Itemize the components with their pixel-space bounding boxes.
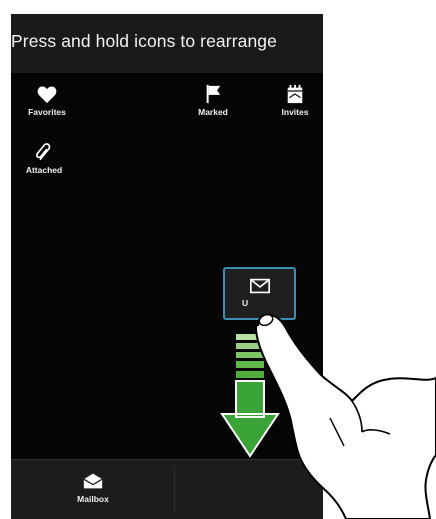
dragged-tab-label: U [242, 298, 249, 308]
envelope-open-icon [83, 473, 103, 489]
tab-tile-label: Favorites [28, 107, 66, 117]
tab-tile-marked[interactable]: Marked [185, 84, 241, 130]
bottom-tab-bar: Mailbox [11, 459, 323, 519]
envelope-icon [249, 278, 270, 294]
tab-tile-label: Invites [281, 107, 309, 117]
tab-tile-label: Marked [198, 107, 228, 117]
tab-tile-attached[interactable]: Attached [16, 142, 72, 188]
tab-mailbox-label: Mailbox [77, 494, 109, 504]
tab-mailbox[interactable]: Mailbox [66, 472, 120, 516]
calendar-invite-icon [287, 84, 303, 104]
tab-tile-favorites[interactable]: Favorites [19, 84, 75, 130]
dragged-tab-tile[interactable]: U [223, 267, 296, 320]
tab-grid-area [11, 73, 323, 459]
flag-icon [206, 84, 221, 104]
header-bar: Press and hold icons to rearrange [11, 14, 323, 74]
heart-icon [37, 86, 57, 104]
header-title: Press and hold icons to rearrange [11, 31, 277, 51]
paperclip-icon [36, 143, 51, 161]
tab-tile-invites[interactable]: Invites [267, 84, 323, 130]
screen: Press and hold icons to rearrange Favori… [11, 14, 323, 519]
phone-frame: Press and hold icons to rearrange Favori… [0, 0, 436, 519]
tab-divider [174, 466, 175, 514]
tab-tile-label: Attached [25, 165, 63, 175]
